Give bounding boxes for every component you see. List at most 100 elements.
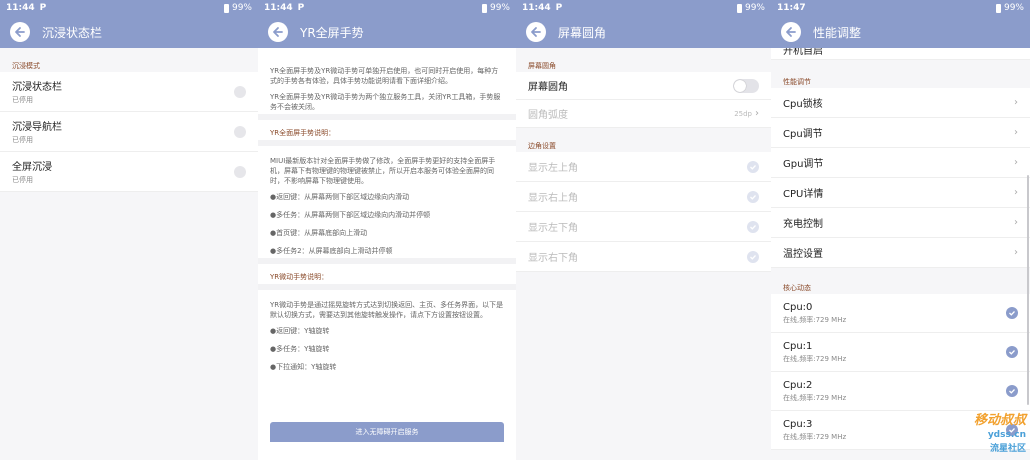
corner-toggle[interactable]: [733, 78, 759, 93]
chevron-right-icon: ›: [1014, 157, 1018, 168]
status-time: 11:47: [777, 3, 806, 13]
setting-status: 已停用: [12, 136, 33, 144]
gesture-bullet: ●下拉通知：Y轴旋转: [270, 363, 337, 371]
check-circle-icon[interactable]: [747, 190, 759, 203]
battery-icon: [481, 3, 487, 13]
setting-charge-control[interactable]: 充电控制 ›: [771, 208, 1030, 238]
setting-status: 已停用: [12, 96, 33, 104]
core-item[interactable]: Cpu:0 在线,频率:729 MHz: [771, 294, 1030, 333]
core-status: 在线,频率:729 MHz: [783, 354, 847, 363]
chevron-right-icon: ›: [1014, 127, 1018, 138]
section-header: 性能调节: [783, 78, 811, 86]
setting-label: 沉浸状态栏: [12, 82, 62, 93]
radio-icon[interactable]: [234, 165, 246, 178]
back-arrow-icon[interactable]: [526, 22, 546, 42]
setting-label: CPU详情: [783, 189, 824, 200]
status-p-icon: P: [297, 3, 305, 13]
core-label: Cpu:2: [783, 379, 813, 391]
status-time: 11:44: [264, 3, 293, 13]
setting-thermal[interactable]: 温控设置 ›: [771, 238, 1030, 268]
section-header: 核心动态: [783, 284, 811, 292]
title-bar: 屏幕圆角: [516, 16, 771, 48]
gesture-bullet: ●多任务：从屏幕两侧下部区域边缘向内滑动并停顿: [270, 211, 431, 219]
battery-level: 99%: [231, 3, 252, 13]
back-arrow-icon[interactable]: [10, 22, 30, 42]
section-header: 屏幕圆角: [528, 62, 556, 70]
setting-immersive-navbar[interactable]: 沉浸导航栏 已停用: [0, 112, 258, 152]
scrollbar[interactable]: [1027, 175, 1029, 405]
setting-label: 沉浸导航栏: [12, 122, 62, 133]
chevron-right-icon: ›: [1014, 187, 1018, 198]
section-header: 边角设置: [528, 142, 556, 150]
core-status: 在线,频率:729 MHz: [783, 432, 847, 441]
setting-corner-radius[interactable]: 圆角弧度 25dp ›: [516, 100, 771, 128]
setting-status: 已停用: [12, 176, 33, 184]
panel-performance: 11:47 99% 性能调整 开机自启 性能调节 Cpu锁核 › Cpu调节 › G…: [771, 0, 1030, 460]
setting-fullscreen-immersive[interactable]: 全屏沉浸 已停用: [0, 152, 258, 192]
setting-label: 显示右下角: [528, 253, 578, 264]
setting-cpu-lock[interactable]: Cpu锁核 ›: [771, 88, 1030, 118]
check-circle-icon[interactable]: [747, 160, 759, 173]
status-bar: 11:44 P 99%: [516, 0, 771, 16]
setting-label: 显示左上角: [528, 163, 578, 174]
setting-cpu-detail[interactable]: CPU详情 ›: [771, 178, 1030, 208]
battery-icon: [995, 3, 1001, 13]
intro-text-2: YR全面屏手势及YR微动手势为两个独立服务工具，关闭YR工具箱，手势服务不会被关…: [270, 93, 501, 111]
check-circle-icon[interactable]: [747, 220, 759, 233]
setting-gpu-tune[interactable]: Gpu调节 ›: [771, 148, 1030, 178]
back-arrow-icon[interactable]: [781, 22, 801, 42]
open-accessibility-button[interactable]: 进入无障碍开启服务: [270, 422, 504, 442]
panel-immersive-statusbar: 11:44 P 99% 沉浸状态栏 沉浸模式 沉浸状态栏 已停用 沉浸导航栏 已停用…: [0, 0, 258, 460]
chevron-right-icon: ›: [1014, 217, 1018, 228]
status-bar: 11:44 P 99%: [0, 0, 258, 16]
radio-icon[interactable]: [234, 125, 246, 138]
section-micro-gesture: YR微动手势说明：: [270, 273, 329, 281]
page-title: 性能调整: [813, 25, 862, 40]
section-header: 沉浸模式: [12, 62, 40, 70]
page-title: YR全屏手势: [300, 25, 364, 40]
status-p-icon: P: [555, 3, 563, 13]
setting-label: 屏幕圆角: [528, 82, 568, 93]
title-bar: YR全屏手势: [258, 16, 516, 48]
setting-immersive-statusbar[interactable]: 沉浸状态栏 已停用: [0, 72, 258, 112]
status-bar: 11:44 P 99%: [258, 0, 516, 16]
gesture-bullet: ●返回键：从屏幕两侧下部区域边缘向内滑动: [270, 193, 410, 201]
setting-label: 充电控制: [783, 219, 823, 230]
check-circle-icon[interactable]: [747, 250, 759, 263]
core-label: Cpu:0: [783, 301, 813, 313]
page-title: 屏幕圆角: [558, 25, 607, 40]
setting-corner-bottomleft[interactable]: 显示左下角: [516, 212, 771, 242]
section-fullscreen-gesture: YR全面屏手势说明：: [270, 129, 336, 137]
core-item[interactable]: Cpu:1 在线,频率:729 MHz: [771, 333, 1030, 372]
status-time: 11:44: [6, 3, 35, 13]
setting-label: 显示左下角: [528, 223, 578, 234]
setting-screen-corners[interactable]: 屏幕圆角: [516, 72, 771, 100]
gesture-bullet: ●多任务2：从屏幕底部向上滑动并停顿: [270, 247, 393, 255]
intro-text-1: YR全面屏手势及YR微动手势可单独开启使用，也可同时开启使用，每种方式的手势各有…: [270, 67, 499, 85]
check-circle-icon[interactable]: [1006, 307, 1018, 319]
setting-label: 显示右上角: [528, 193, 578, 204]
setting-corner-topleft[interactable]: 显示左上角: [516, 152, 771, 182]
setting-corner-bottomright[interactable]: 显示右下角: [516, 242, 771, 272]
setting-cpu-tune[interactable]: Cpu调节 ›: [771, 118, 1030, 148]
battery-level: 99%: [489, 3, 510, 13]
title-bar: 沉浸状态栏: [0, 16, 258, 48]
check-circle-icon[interactable]: [1006, 385, 1018, 397]
panel-yr-gesture: 11:44 P 99% YR全屏手势 YR全面屏手势及YR微动手势可单独开启使用…: [258, 0, 516, 460]
radio-icon[interactable]: [234, 85, 246, 98]
back-arrow-icon[interactable]: [268, 22, 288, 42]
page-title: 沉浸状态栏: [42, 25, 103, 40]
setting-corner-topright[interactable]: 显示右上角: [516, 182, 771, 212]
setting-autostart[interactable]: 开机自启: [771, 48, 1030, 60]
gesture-bullet: ●多任务：Y轴旋转: [270, 345, 330, 353]
setting-label: 温控设置: [783, 249, 823, 260]
setting-label: 开机自启: [783, 48, 823, 57]
core-item[interactable]: Cpu:2 在线,频率:729 MHz: [771, 372, 1030, 411]
check-circle-icon[interactable]: [1006, 346, 1018, 358]
battery-icon: [736, 3, 742, 13]
setting-label: 全屏沉浸: [12, 162, 52, 173]
status-bar: 11:47 99%: [771, 0, 1030, 16]
battery-level: 99%: [1003, 3, 1024, 13]
panel-screen-corners: 11:44 P 99% 屏幕圆角 屏幕圆角 屏幕圆角 圆角弧度 25dp › 边…: [516, 0, 771, 460]
gesture-bullet: ●返回键：Y轴旋转: [270, 327, 330, 335]
